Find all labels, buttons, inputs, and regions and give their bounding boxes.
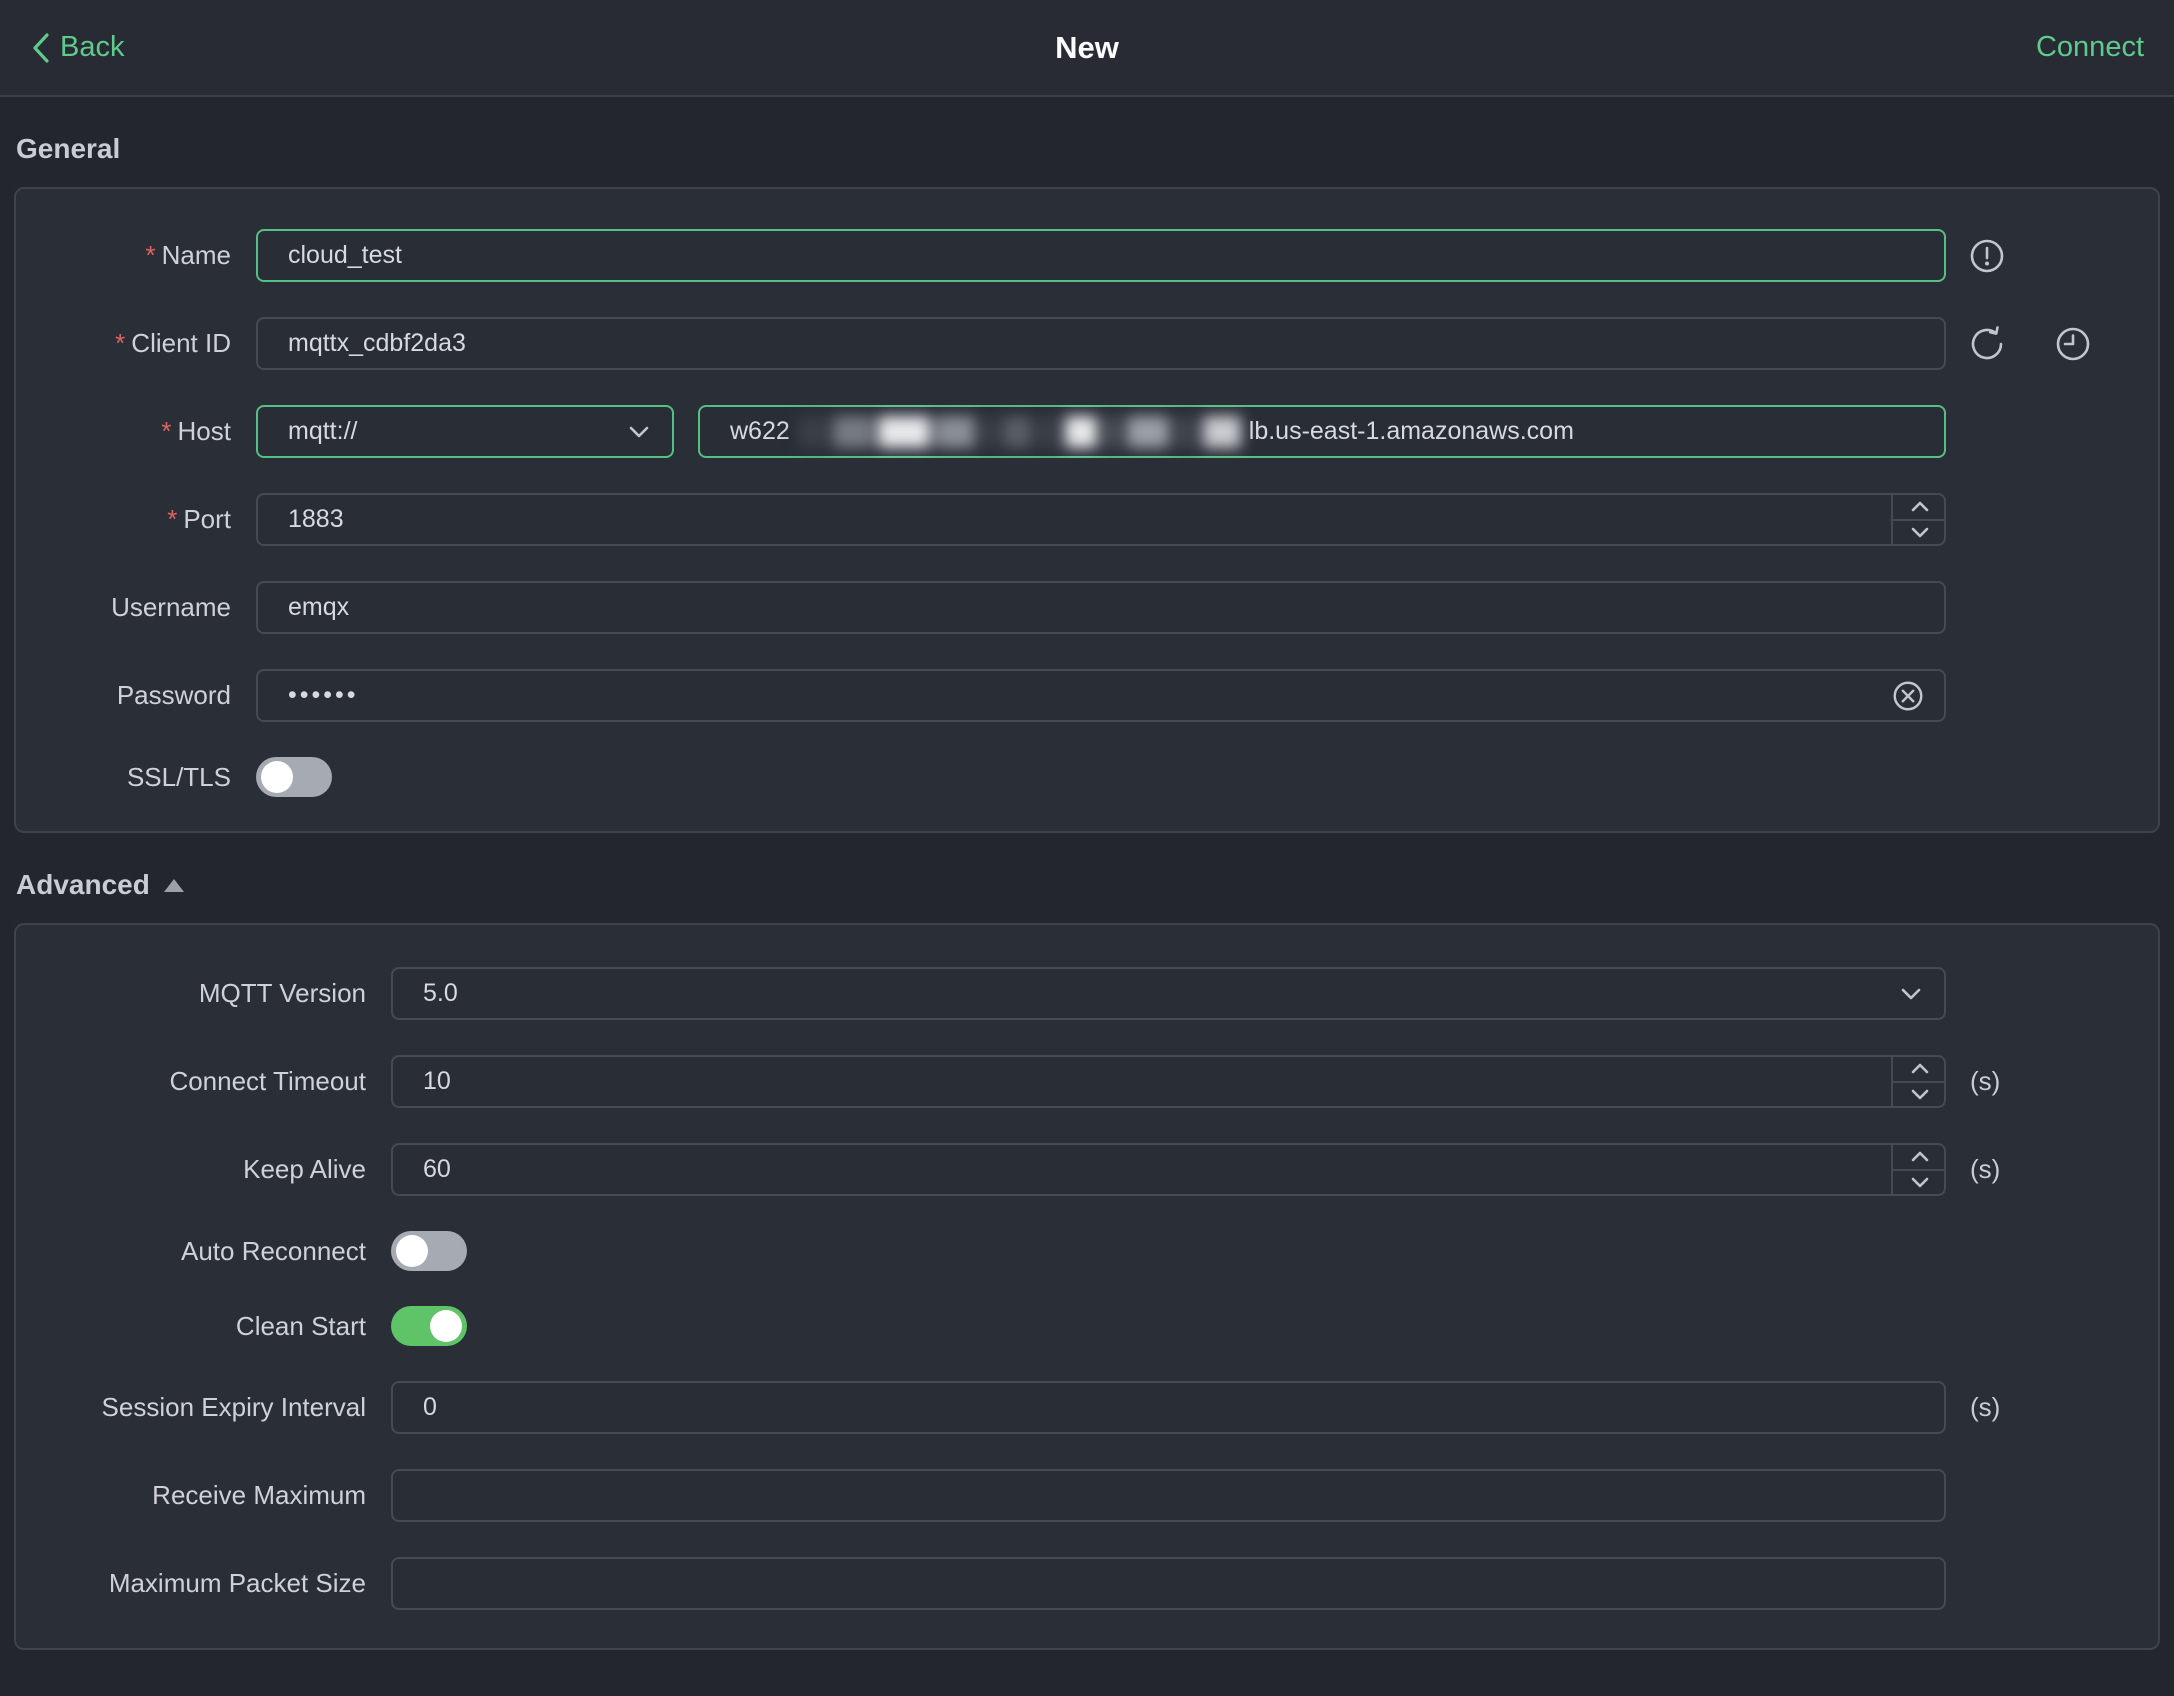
port-stepper — [1891, 493, 1946, 546]
receive-maximum-input[interactable] — [391, 1469, 1946, 1522]
receive-maximum-row: Receive Maximum — [16, 1469, 2158, 1522]
connect-timeout-row: Connect Timeout (s) — [16, 1055, 2158, 1108]
required-asterisk: * — [161, 416, 172, 446]
host-row: *Host w622 — [16, 405, 2158, 458]
maximum-packet-size-input[interactable] — [391, 1557, 1946, 1610]
port-label: Port — [183, 504, 231, 534]
connect-timeout-label: Connect Timeout — [169, 1066, 366, 1096]
seconds-suffix: (s) — [1970, 1154, 2001, 1184]
required-asterisk: * — [145, 240, 156, 270]
toggle-knob — [396, 1235, 428, 1267]
header-bar: Back New Connect — [0, 0, 2174, 97]
host-label: Host — [177, 416, 231, 446]
stepper-up-button[interactable] — [1893, 493, 1946, 521]
seconds-suffix: (s) — [1970, 1392, 2001, 1422]
mqtt-version-label: MQTT Version — [198, 978, 366, 1008]
circle-close-icon[interactable] — [1890, 678, 1926, 714]
page-title: New — [1055, 29, 1119, 65]
back-label: Back — [60, 31, 125, 63]
connect-button[interactable]: Connect — [2036, 31, 2144, 64]
history-clock-icon[interactable] — [2054, 325, 2092, 363]
stepper-down-button[interactable] — [1893, 1171, 1946, 1197]
client-id-row: * Client ID — [16, 317, 2158, 370]
back-button[interactable]: Back — [30, 31, 124, 65]
seconds-suffix: (s) — [1970, 1066, 2001, 1096]
name-row: * Name — [16, 229, 2158, 282]
session-expiry-input[interactable] — [391, 1381, 1946, 1434]
keep-alive-input[interactable] — [391, 1143, 1946, 1196]
stepper-up-button[interactable] — [1893, 1143, 1946, 1171]
username-input[interactable] — [256, 581, 1946, 634]
port-input[interactable] — [256, 493, 1946, 546]
mqtt-version-select[interactable] — [391, 967, 1946, 1020]
clean-start-toggle[interactable] — [391, 1306, 467, 1346]
password-row: Password — [16, 669, 2158, 722]
stepper-up-button[interactable] — [1893, 1055, 1946, 1083]
general-section-title: General — [16, 133, 121, 164]
toggle-knob — [261, 761, 293, 793]
client-id-label: Client ID — [131, 328, 231, 358]
maximum-packet-size-label: Maximum Packet Size — [108, 1568, 366, 1598]
name-input[interactable] — [256, 229, 1946, 282]
keep-alive-row: Keep Alive (s) — [16, 1143, 2158, 1196]
auto-reconnect-toggle[interactable] — [391, 1231, 467, 1271]
stepper-down-button[interactable] — [1893, 1083, 1946, 1109]
name-label: Name — [161, 240, 231, 270]
ssl-label: SSL/TLS — [126, 761, 231, 792]
keep-alive-label: Keep Alive — [243, 1154, 366, 1184]
general-card: *Name *Client ID — [14, 187, 2160, 833]
keep-alive-stepper — [1891, 1143, 1946, 1196]
toggle-knob — [430, 1310, 462, 1342]
connect-timeout-stepper — [1891, 1055, 1946, 1108]
host-protocol-select[interactable] — [256, 405, 674, 458]
ssl-toggle[interactable] — [256, 757, 332, 797]
required-asterisk: * — [167, 504, 178, 534]
connect-timeout-input[interactable] — [391, 1055, 1946, 1108]
password-label: Password — [116, 680, 231, 710]
warning-circle-icon[interactable] — [1968, 237, 2006, 275]
required-asterisk: * — [115, 328, 126, 358]
session-expiry-label: Session Expiry Interval — [101, 1392, 366, 1422]
auto-reconnect-label: Auto Reconnect — [180, 1235, 366, 1266]
clean-start-label: Clean Start — [235, 1310, 366, 1341]
advanced-section-title[interactable]: Advanced — [16, 869, 2174, 901]
session-expiry-row: Session Expiry Interval (s) — [16, 1381, 2158, 1434]
stepper-down-button[interactable] — [1893, 521, 1946, 547]
auto-reconnect-row: Auto Reconnect — [16, 1231, 2158, 1271]
password-input[interactable] — [256, 669, 1946, 722]
advanced-card: MQTT Version Connect Timeout (s) Keep A — [14, 923, 2160, 1650]
refresh-icon[interactable] — [1968, 325, 2006, 363]
ssl-row: SSL/TLS — [16, 757, 2158, 797]
maximum-packet-size-row: Maximum Packet Size — [16, 1557, 2158, 1610]
host-address-input[interactable] — [698, 405, 1946, 458]
port-row: * Port — [16, 493, 2158, 546]
triangle-up-icon — [162, 875, 186, 895]
mqtt-version-row: MQTT Version — [16, 967, 2158, 1020]
username-label: Username — [111, 592, 231, 622]
chevron-left-icon — [30, 31, 52, 65]
receive-maximum-label: Receive Maximum — [152, 1480, 366, 1510]
username-row: Username — [16, 581, 2158, 634]
clean-start-row: Clean Start — [16, 1306, 2158, 1346]
client-id-input[interactable] — [256, 317, 1946, 370]
